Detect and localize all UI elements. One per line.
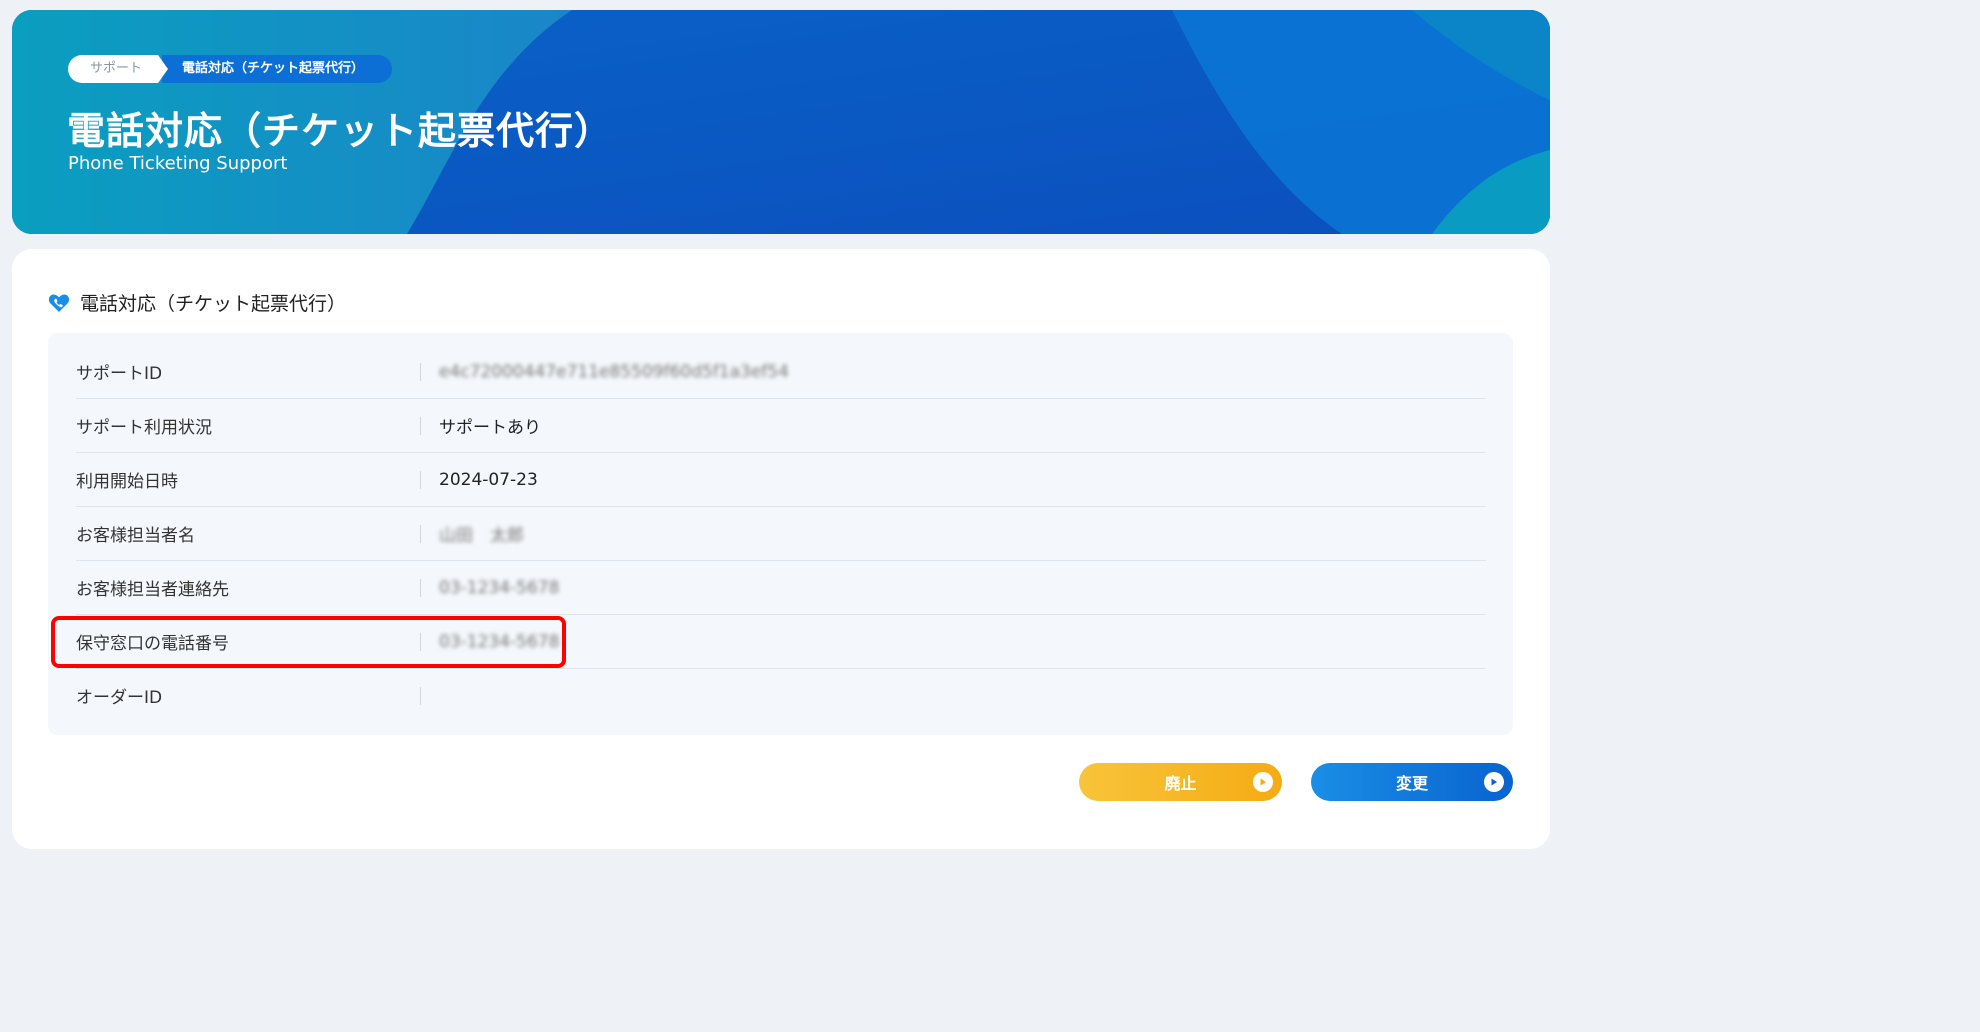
row-separator	[420, 362, 421, 381]
support-info-table: サポートID e4c72000447e711e85509f60d5f1a3ef5…	[48, 333, 1513, 735]
row-label-maintenance-phone: 保守窓口の電話番号	[76, 634, 229, 654]
section-header: 電話対応（チケット起票代行）	[48, 289, 346, 316]
row-value-support-status: サポートあり	[439, 418, 541, 438]
support-card: 電話対応（チケット起票代行） サポートID e4c72000447e711e85…	[12, 249, 1550, 849]
row-value-support-id: e4c72000447e711e85509f60d5f1a3ef54	[439, 361, 789, 382]
row-value-start-date: 2024-07-23	[439, 469, 538, 490]
table-row: 利用開始日時 2024-07-23	[76, 453, 1486, 507]
row-separator	[420, 416, 421, 435]
row-value-contact-name: 山田 太郎	[439, 526, 524, 546]
breadcrumb: サポート 電話対応（チケット起票代行）	[68, 55, 393, 83]
breadcrumb-current: 電話対応（チケット起票代行）	[162, 55, 393, 83]
row-separator	[420, 524, 421, 543]
row-separator	[420, 632, 421, 651]
play-circle-icon	[1484, 772, 1504, 792]
play-circle-icon	[1253, 772, 1273, 792]
table-row: お客様担当者名 山田 太郎	[76, 507, 1486, 561]
hero-banner: サポート 電話対応（チケット起票代行） 電話対応（チケット起票代行） Phone…	[12, 10, 1550, 234]
row-label-order-id: オーダーID	[76, 688, 163, 708]
row-label-support-id: サポートID	[76, 364, 163, 384]
breadcrumb-home[interactable]: サポート	[68, 55, 168, 83]
change-button[interactable]: 変更	[1311, 763, 1513, 801]
page-title: 電話対応（チケット起票代行）	[67, 109, 614, 153]
change-button-label: 変更	[1395, 774, 1428, 793]
row-label-contact-phone: お客様担当者連絡先	[76, 580, 229, 600]
table-row: サポート利用状況 サポートあり	[76, 399, 1486, 453]
table-row: オーダーID	[76, 669, 1486, 722]
page-subtitle: Phone Ticketing Support	[68, 153, 288, 174]
row-separator	[420, 578, 421, 597]
table-row: 保守窓口の電話番号 03-1234-5678	[76, 615, 1486, 669]
row-value-maintenance-phone: 03-1234-5678	[439, 631, 560, 652]
row-label-start-date: 利用開始日時	[76, 472, 178, 492]
phone-heart-icon	[48, 293, 70, 312]
cancel-button-label: 廃止	[1164, 774, 1197, 793]
cancel-button[interactable]: 廃止	[1079, 763, 1282, 801]
section-title: 電話対応（チケット起票代行）	[80, 293, 347, 315]
row-value-contact-phone: 03-1234-5678	[439, 577, 560, 598]
row-label-support-status: サポート利用状況	[76, 418, 212, 438]
row-label-contact-name: お客様担当者名	[76, 526, 195, 546]
table-row: お客様担当者連絡先 03-1234-5678	[76, 561, 1486, 615]
row-separator	[420, 686, 421, 705]
table-row: サポートID e4c72000447e711e85509f60d5f1a3ef5…	[76, 345, 1486, 399]
row-separator	[420, 470, 421, 489]
